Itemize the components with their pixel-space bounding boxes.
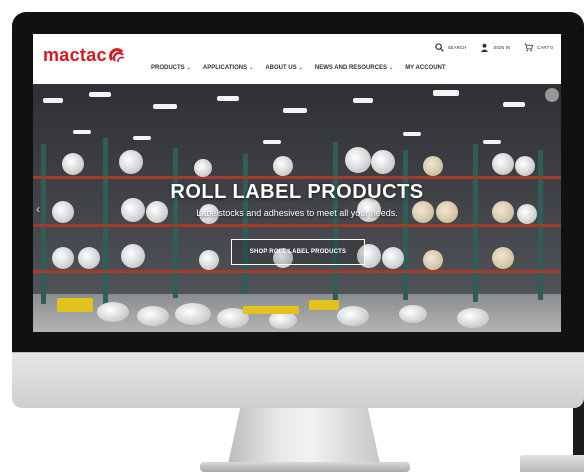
main-nav: PRODUCTS ⌄ APPLICATIONS ⌄ ABOUT US ⌄ NEW… (151, 65, 446, 71)
cart-label: CART 0 (537, 45, 553, 50)
nav-item-label: MY ACCOUNT (405, 65, 446, 71)
site-header: mactac SEARCH SIGN IN CART 0 PRODUCTS ⌄ … (33, 34, 561, 84)
nav-item-label: PRODUCTS (151, 65, 185, 71)
monitor-mockup-scene: mactac SEARCH SIGN IN CART 0 PRODUCTS ⌄ … (0, 0, 584, 472)
shop-roll-label-products-button[interactable]: SHOP ROLL LABEL PRODUCTS (231, 239, 365, 265)
hero-banner: ‹ ROLL LABEL PRODUCTS Labelstocks and ad… (33, 84, 561, 332)
sign-in-label: SIGN IN (493, 45, 511, 50)
nav-item-products[interactable]: PRODUCTS ⌄ (151, 65, 191, 71)
brand-logo[interactable]: mactac (43, 45, 125, 66)
nav-item-applications[interactable]: APPLICATIONS ⌄ (203, 65, 253, 71)
hero-badge-icon (545, 88, 559, 102)
cart-icon (524, 43, 534, 52)
hero-subtitle: Labelstocks and adhesives to meet all yo… (196, 208, 398, 218)
search-link[interactable]: SEARCH (434, 43, 467, 52)
nav-item-about-us[interactable]: ABOUT US ⌄ (265, 65, 303, 71)
hero-title: ROLL LABEL PRODUCTS (170, 181, 424, 203)
nav-item-my-account[interactable]: MY ACCOUNT (405, 65, 445, 71)
nav-item-label: APPLICATIONS (202, 65, 248, 71)
search-icon (434, 43, 444, 52)
sign-in-link[interactable]: SIGN IN (480, 43, 510, 52)
brand-mark-icon (108, 47, 125, 62)
search-label: SEARCH (447, 45, 467, 50)
nav-item-label: ABOUT US (265, 65, 297, 71)
user-icon (481, 43, 489, 52)
monitor-chin (12, 352, 584, 408)
monitor-screen: mactac SEARCH SIGN IN CART 0 PRODUCTS ⌄ … (33, 34, 561, 332)
chevron-down-icon: ⌄ (249, 65, 254, 71)
chevron-down-icon: ⌄ (388, 65, 394, 71)
second-device-base (520, 455, 584, 472)
cart-link[interactable]: CART 0 (524, 43, 553, 52)
brand-logo-text: mactac (43, 45, 107, 65)
chevron-down-icon: ⌄ (298, 65, 303, 71)
nav-item-news-and-resources[interactable]: NEWS AND RESOURCES ⌄ (315, 65, 393, 71)
monitor-stand-base (200, 462, 410, 472)
utility-bar: SEARCH SIGN IN CART 0 (434, 43, 553, 52)
nav-item-label: NEWS AND RESOURCES (314, 65, 387, 71)
monitor-stand-neck (228, 408, 380, 464)
chevron-down-icon: ⌄ (186, 65, 191, 71)
